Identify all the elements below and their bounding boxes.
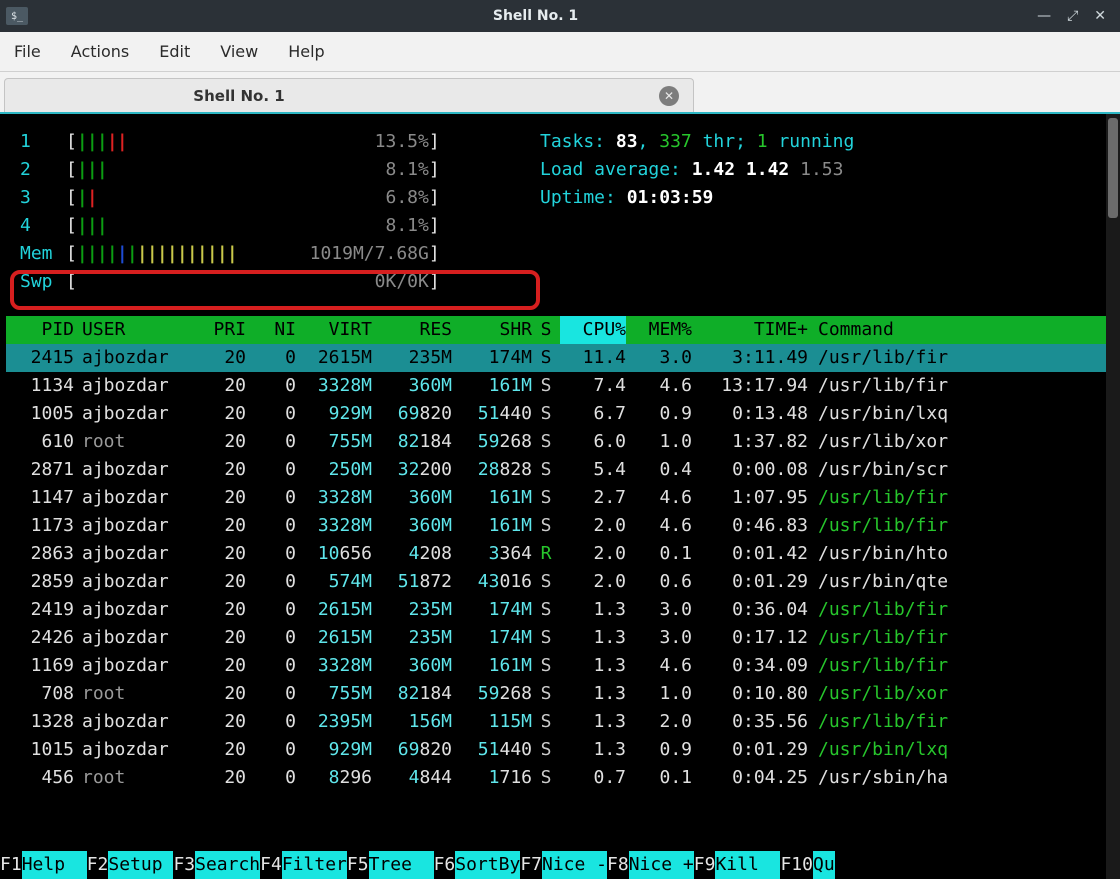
meter-mem: Mem[||||||||||||||||1019M/7.68G] [20, 240, 1100, 268]
tab-label: Shell No. 1 [19, 87, 459, 105]
col-res[interactable]: RES [372, 316, 452, 344]
load-avg-1: 1.42 [692, 159, 735, 180]
load-avg-3: 1.53 [800, 159, 843, 180]
process-row[interactable]: 1328ajbozdar2002395M156M115MS1.32.00:35.… [6, 708, 1114, 736]
fnkey-f10[interactable]: F10 [780, 851, 813, 879]
col-mem[interactable]: MEM% [626, 316, 692, 344]
process-row[interactable]: 2415ajbozdar2002615M235M174MS11.43.03:11… [6, 344, 1114, 372]
menu-view[interactable]: View [220, 42, 258, 61]
col-shr[interactable]: SHR [452, 316, 532, 344]
summary-block: Tasks: 83, 337 thr; 1 running Load avera… [540, 128, 854, 212]
scrollbar[interactable] [1106, 114, 1120, 879]
process-row[interactable]: 1015ajbozdar200929M6982051440S1.30.90:01… [6, 736, 1114, 764]
col-user[interactable]: USER [74, 316, 190, 344]
col-ni[interactable]: NI [246, 316, 296, 344]
meter-cpu-4: 4[||| 8.1%] [20, 212, 1100, 240]
process-row[interactable]: 1173ajbozdar2003328M360M161MS2.04.60:46.… [6, 512, 1114, 540]
fnlabel-f10[interactable]: Qu [813, 851, 835, 879]
menu-edit[interactable]: Edit [159, 42, 190, 61]
process-row[interactable]: 1147ajbozdar2003328M360M161MS2.74.61:07.… [6, 484, 1114, 512]
fnlabel-f5[interactable]: Tree [369, 851, 434, 879]
process-row[interactable]: 708root200755M8218459268S1.31.00:10.80/u… [6, 680, 1114, 708]
col-cpu[interactable]: CPU% [560, 316, 626, 344]
col-time[interactable]: TIME+ [692, 316, 808, 344]
fnlabel-f8[interactable]: Nice + [629, 851, 694, 879]
scrollbar-thumb[interactable] [1108, 118, 1118, 218]
meter-label: 2 [20, 156, 66, 184]
fnkey-f2[interactable]: F2 [87, 851, 109, 879]
load-avg-2: 1.42 [746, 159, 789, 180]
fnkey-f9[interactable]: F9 [694, 851, 716, 879]
process-row[interactable]: 610root200755M8218459268S6.01.01:37.82/u… [6, 428, 1114, 456]
process-row[interactable]: 2863ajbozdar2001065642083364R2.00.10:01.… [6, 540, 1114, 568]
meter-label: 3 [20, 184, 66, 212]
process-row[interactable]: 1169ajbozdar2003328M360M161MS1.34.60:34.… [6, 652, 1114, 680]
menu-file[interactable]: File [14, 42, 41, 61]
fnkey-f1[interactable]: F1 [0, 851, 22, 879]
fnlabel-f4[interactable]: Filter [282, 851, 347, 879]
fnkey-f3[interactable]: F3 [173, 851, 195, 879]
meter-swp: Swp[0K/0K] [20, 268, 1100, 296]
running-count: 1 [757, 131, 768, 152]
fn-key-bar: F1Help F2Setup F3SearchF4FilterF5Tree F6… [0, 851, 1120, 879]
tasks-sep: , [638, 131, 660, 152]
process-row[interactable]: 456root200829648441716S0.70.10:04.25/usr… [6, 764, 1114, 792]
window-titlebar: $_ Shell No. 1 — ⤢ ✕ [0, 0, 1120, 32]
tab-strip: Shell No. 1 ✕ [0, 72, 1120, 112]
tab-shell-1[interactable]: Shell No. 1 ✕ [4, 78, 694, 112]
maximize-button[interactable]: ⤢ [1067, 8, 1078, 24]
fnlabel-f6[interactable]: SortBy [455, 851, 520, 879]
terminal-icon: $_ [6, 7, 28, 25]
meter-label: Swp [20, 268, 66, 296]
process-row[interactable]: 2419ajbozdar2002615M235M174MS1.33.00:36.… [6, 596, 1114, 624]
close-button[interactable]: ✕ [1094, 8, 1106, 24]
terminal-output[interactable]: 1[|||||13.5%]2[||| 8.1%]3[|| 6.8%]4[||| … [0, 114, 1120, 879]
running-label: running [768, 131, 855, 152]
fnlabel-f7[interactable]: Nice - [542, 851, 607, 879]
fnkey-f6[interactable]: F6 [434, 851, 456, 879]
process-row[interactable]: 1134ajbozdar2003328M360M161MS7.44.613:17… [6, 372, 1114, 400]
fnlabel-f3[interactable]: Search [195, 851, 260, 879]
tasks-label: Tasks: [540, 131, 616, 152]
minimize-button[interactable]: — [1037, 8, 1051, 24]
col-s[interactable]: S [532, 316, 560, 344]
col-virt[interactable]: VIRT [296, 316, 372, 344]
tab-close-icon[interactable]: ✕ [659, 86, 679, 106]
process-row[interactable]: 2426ajbozdar2002615M235M174MS1.33.00:17.… [6, 624, 1114, 652]
menu-bar: File Actions Edit View Help [0, 32, 1120, 72]
load-label: Load average: [540, 159, 692, 180]
process-row[interactable]: 2859ajbozdar200574M5187243016S2.00.60:01… [6, 568, 1114, 596]
fnkey-f8[interactable]: F8 [607, 851, 629, 879]
thr-label: thr; [692, 131, 757, 152]
uptime-label: Uptime: [540, 187, 627, 208]
fnlabel-f1[interactable]: Help [22, 851, 87, 879]
fnlabel-f9[interactable]: Kill [715, 851, 780, 879]
process-row[interactable]: 1005ajbozdar200929M6982051440S6.70.90:13… [6, 400, 1114, 428]
process-table-header[interactable]: PID USER PRI NI VIRT RES SHR S CPU% MEM%… [6, 316, 1114, 344]
fnkey-f7[interactable]: F7 [520, 851, 542, 879]
threads-count: 337 [659, 131, 692, 152]
uptime-value: 01:03:59 [627, 187, 714, 208]
tasks-count: 83 [616, 131, 638, 152]
col-pri[interactable]: PRI [190, 316, 246, 344]
meter-label: 4 [20, 212, 66, 240]
menu-help[interactable]: Help [288, 42, 324, 61]
meter-label: 1 [20, 128, 66, 156]
window-title: Shell No. 1 [34, 8, 1037, 24]
col-pid[interactable]: PID [6, 316, 74, 344]
meter-label: Mem [20, 240, 66, 268]
menu-actions[interactable]: Actions [71, 42, 129, 61]
fnlabel-f2[interactable]: Setup [108, 851, 173, 879]
process-row[interactable]: 2871ajbozdar200250M3220028828S5.40.40:00… [6, 456, 1114, 484]
fnkey-f5[interactable]: F5 [347, 851, 369, 879]
fnkey-f4[interactable]: F4 [260, 851, 282, 879]
col-command[interactable]: Command [808, 316, 1114, 344]
